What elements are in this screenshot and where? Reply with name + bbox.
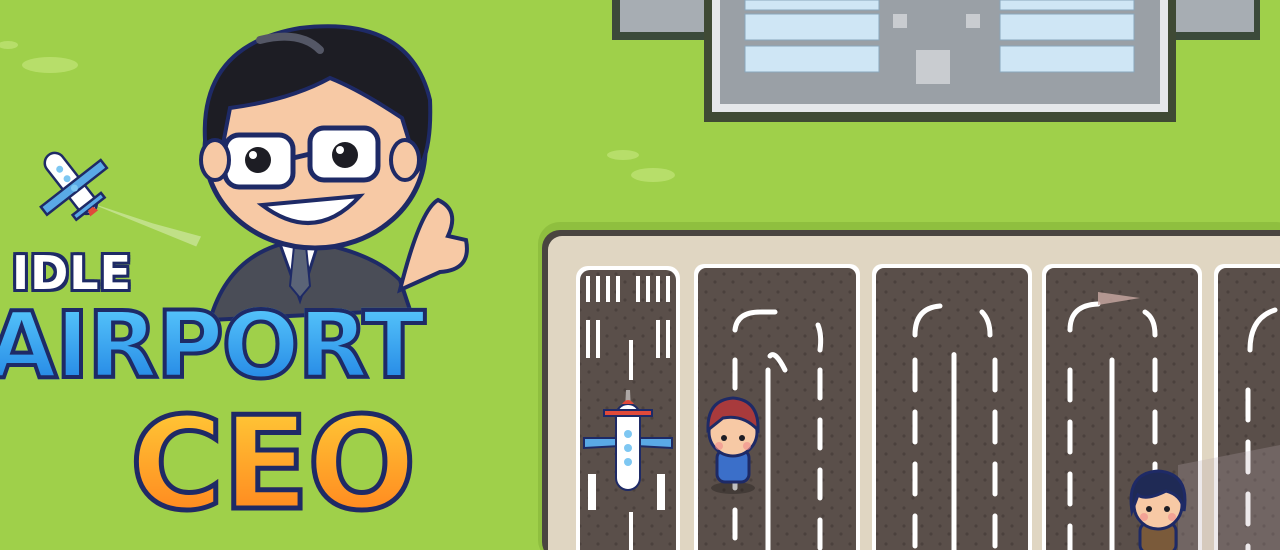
- game-scene: IDLE AIRPORT CEO: [0, 0, 1280, 550]
- game-logo: IDLE AIRPORT CEO: [0, 240, 470, 550]
- grass-patch: [22, 57, 78, 73]
- terminal-building[interactable]: [612, 0, 1260, 122]
- logo-line-ceo: CEO: [127, 388, 418, 542]
- grass-patch: [607, 150, 639, 160]
- grass-patch: [631, 168, 675, 182]
- logo-line-airport: AIRPORT: [0, 290, 427, 401]
- taxi-lane[interactable]: [872, 264, 1032, 550]
- grass-patch: [0, 41, 18, 49]
